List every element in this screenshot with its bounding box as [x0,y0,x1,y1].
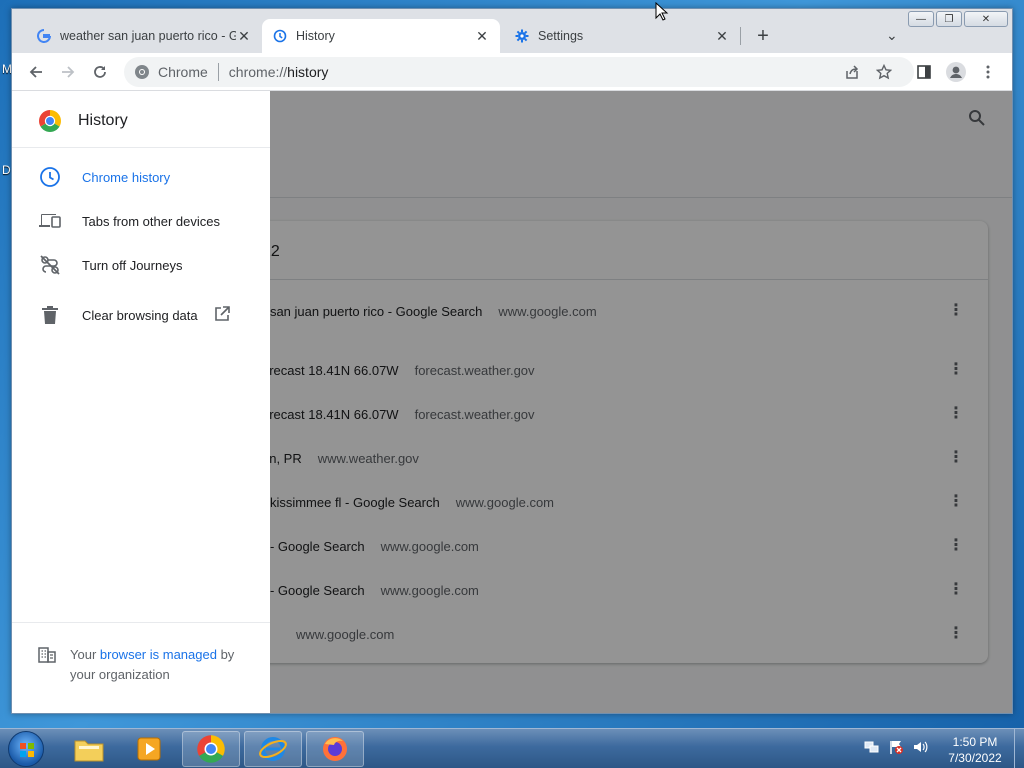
nav-label: Chrome history [82,169,171,185]
taskbar-internet-explorer[interactable] [244,731,302,767]
drawer-title: History [78,112,128,129]
system-tray [864,739,928,758]
trash-icon [38,303,62,327]
start-button[interactable] [8,731,44,767]
clock-time: 1:50 PM [952,735,998,749]
folder-icon [74,740,104,762]
nav-label: Tabs from other devices [82,213,221,229]
google-g-icon [36,28,52,44]
nav-clear-browsing-data[interactable]: Clear browsing data [12,295,270,335]
chrome-logo-icon [197,735,225,763]
building-icon [38,647,56,685]
chrome-logo-icon [135,65,149,79]
tab-search-chevron-icon[interactable]: ⌄ [886,27,898,44]
managed-text-prefix: Your [70,647,100,662]
browser-window: weather san juan puerto rico - Go ✕ Hist… [11,8,1013,714]
nav-turn-off-journeys[interactable]: Turn off Journeys [12,245,270,285]
taskbar-chrome[interactable] [182,731,240,767]
internet-explorer-icon [259,737,287,761]
share-icon[interactable] [842,62,862,82]
tab-weather-search[interactable]: weather san juan puerto rico - Go ✕ [26,19,262,53]
nav-chrome-history[interactable]: Chrome history [12,157,270,197]
desktop-icon-label-fragment: D [2,163,11,177]
managed-text: Your browser is managed by your organiza… [70,645,258,685]
taskbar-clock[interactable]: 1:50 PM 7/30/2022 [940,734,1010,766]
chrome-logo-icon [39,110,61,132]
clock-date: 7/30/2022 [948,751,1002,765]
volume-icon[interactable] [912,739,928,758]
url-path: history [287,64,329,80]
restore-button[interactable]: ❐ [936,11,962,27]
url-scheme: chrome:// [228,64,288,80]
taskbar-firefox[interactable] [306,731,364,767]
settings-gear-icon [514,28,530,44]
tab-close-icon[interactable]: ✕ [474,28,490,44]
action-center-flag-icon[interactable] [888,739,904,758]
bookmark-star-icon[interactable] [874,62,894,82]
tab-title: History [296,29,335,43]
history-clock-icon [272,28,288,44]
show-desktop-button[interactable] [1014,729,1024,768]
nav-label: Clear browsing data [82,307,198,323]
firefox-icon [323,737,347,761]
taskbar: 1:50 PM 7/30/2022 [0,728,1024,768]
nav-tabs-other-devices[interactable]: Tabs from other devices [12,201,270,241]
history-side-drawer: History Chrome history Tabs from other d… [12,91,270,713]
taskbar-explorer[interactable] [60,731,118,767]
profile-avatar-icon[interactable] [946,62,966,82]
tab-close-icon[interactable]: ✕ [236,28,252,44]
new-tab-button[interactable]: + [752,26,774,46]
window-controls: — ❐ ✕ [908,11,1008,27]
devices-icon [38,209,62,233]
tab-title: Settings [538,29,584,43]
back-arrow-icon[interactable] [26,62,46,82]
address-bar[interactable]: Chrome chrome://history [124,57,914,87]
minimize-button[interactable]: — [908,11,934,27]
tab-settings[interactable]: Settings ✕ [504,19,740,53]
clock-icon [38,165,62,189]
network-icon[interactable] [864,739,880,758]
site-info-chip[interactable]: Chrome [134,63,229,81]
footer-divider [12,622,270,623]
journeys-off-icon [38,253,62,277]
url-text: chrome://history [229,64,329,80]
chip-separator [217,63,219,81]
browser-toolbar: Chrome chrome://history [12,53,1012,91]
tab-strip: weather san juan puerto rico - Go ✕ Hist… [12,9,1012,53]
close-window-button[interactable]: ✕ [964,11,1008,27]
windows-logo-icon [20,743,34,757]
tab-title: weather san juan puerto rico - Go [60,29,236,43]
tab-separator [740,27,741,45]
forward-arrow-icon[interactable] [58,62,78,82]
external-link-icon [214,305,230,325]
tab-close-icon[interactable]: ✕ [714,28,730,44]
taskbar-media-player[interactable] [120,731,178,767]
mouse-cursor-icon [655,2,669,21]
reload-icon[interactable] [90,62,110,82]
media-player-icon [137,737,161,761]
chip-label: Chrome [158,64,208,80]
side-panel-icon[interactable] [914,62,934,82]
tab-history[interactable]: History ✕ [262,19,500,53]
managed-browser-notice: Your browser is managed by your organiza… [38,645,258,685]
drawer-divider [12,147,270,148]
nav-label: Turn off Journeys [82,257,183,273]
more-vert-icon[interactable] [978,62,998,82]
drawer-header: History [38,109,128,133]
managed-link[interactable]: browser is managed [100,647,217,662]
